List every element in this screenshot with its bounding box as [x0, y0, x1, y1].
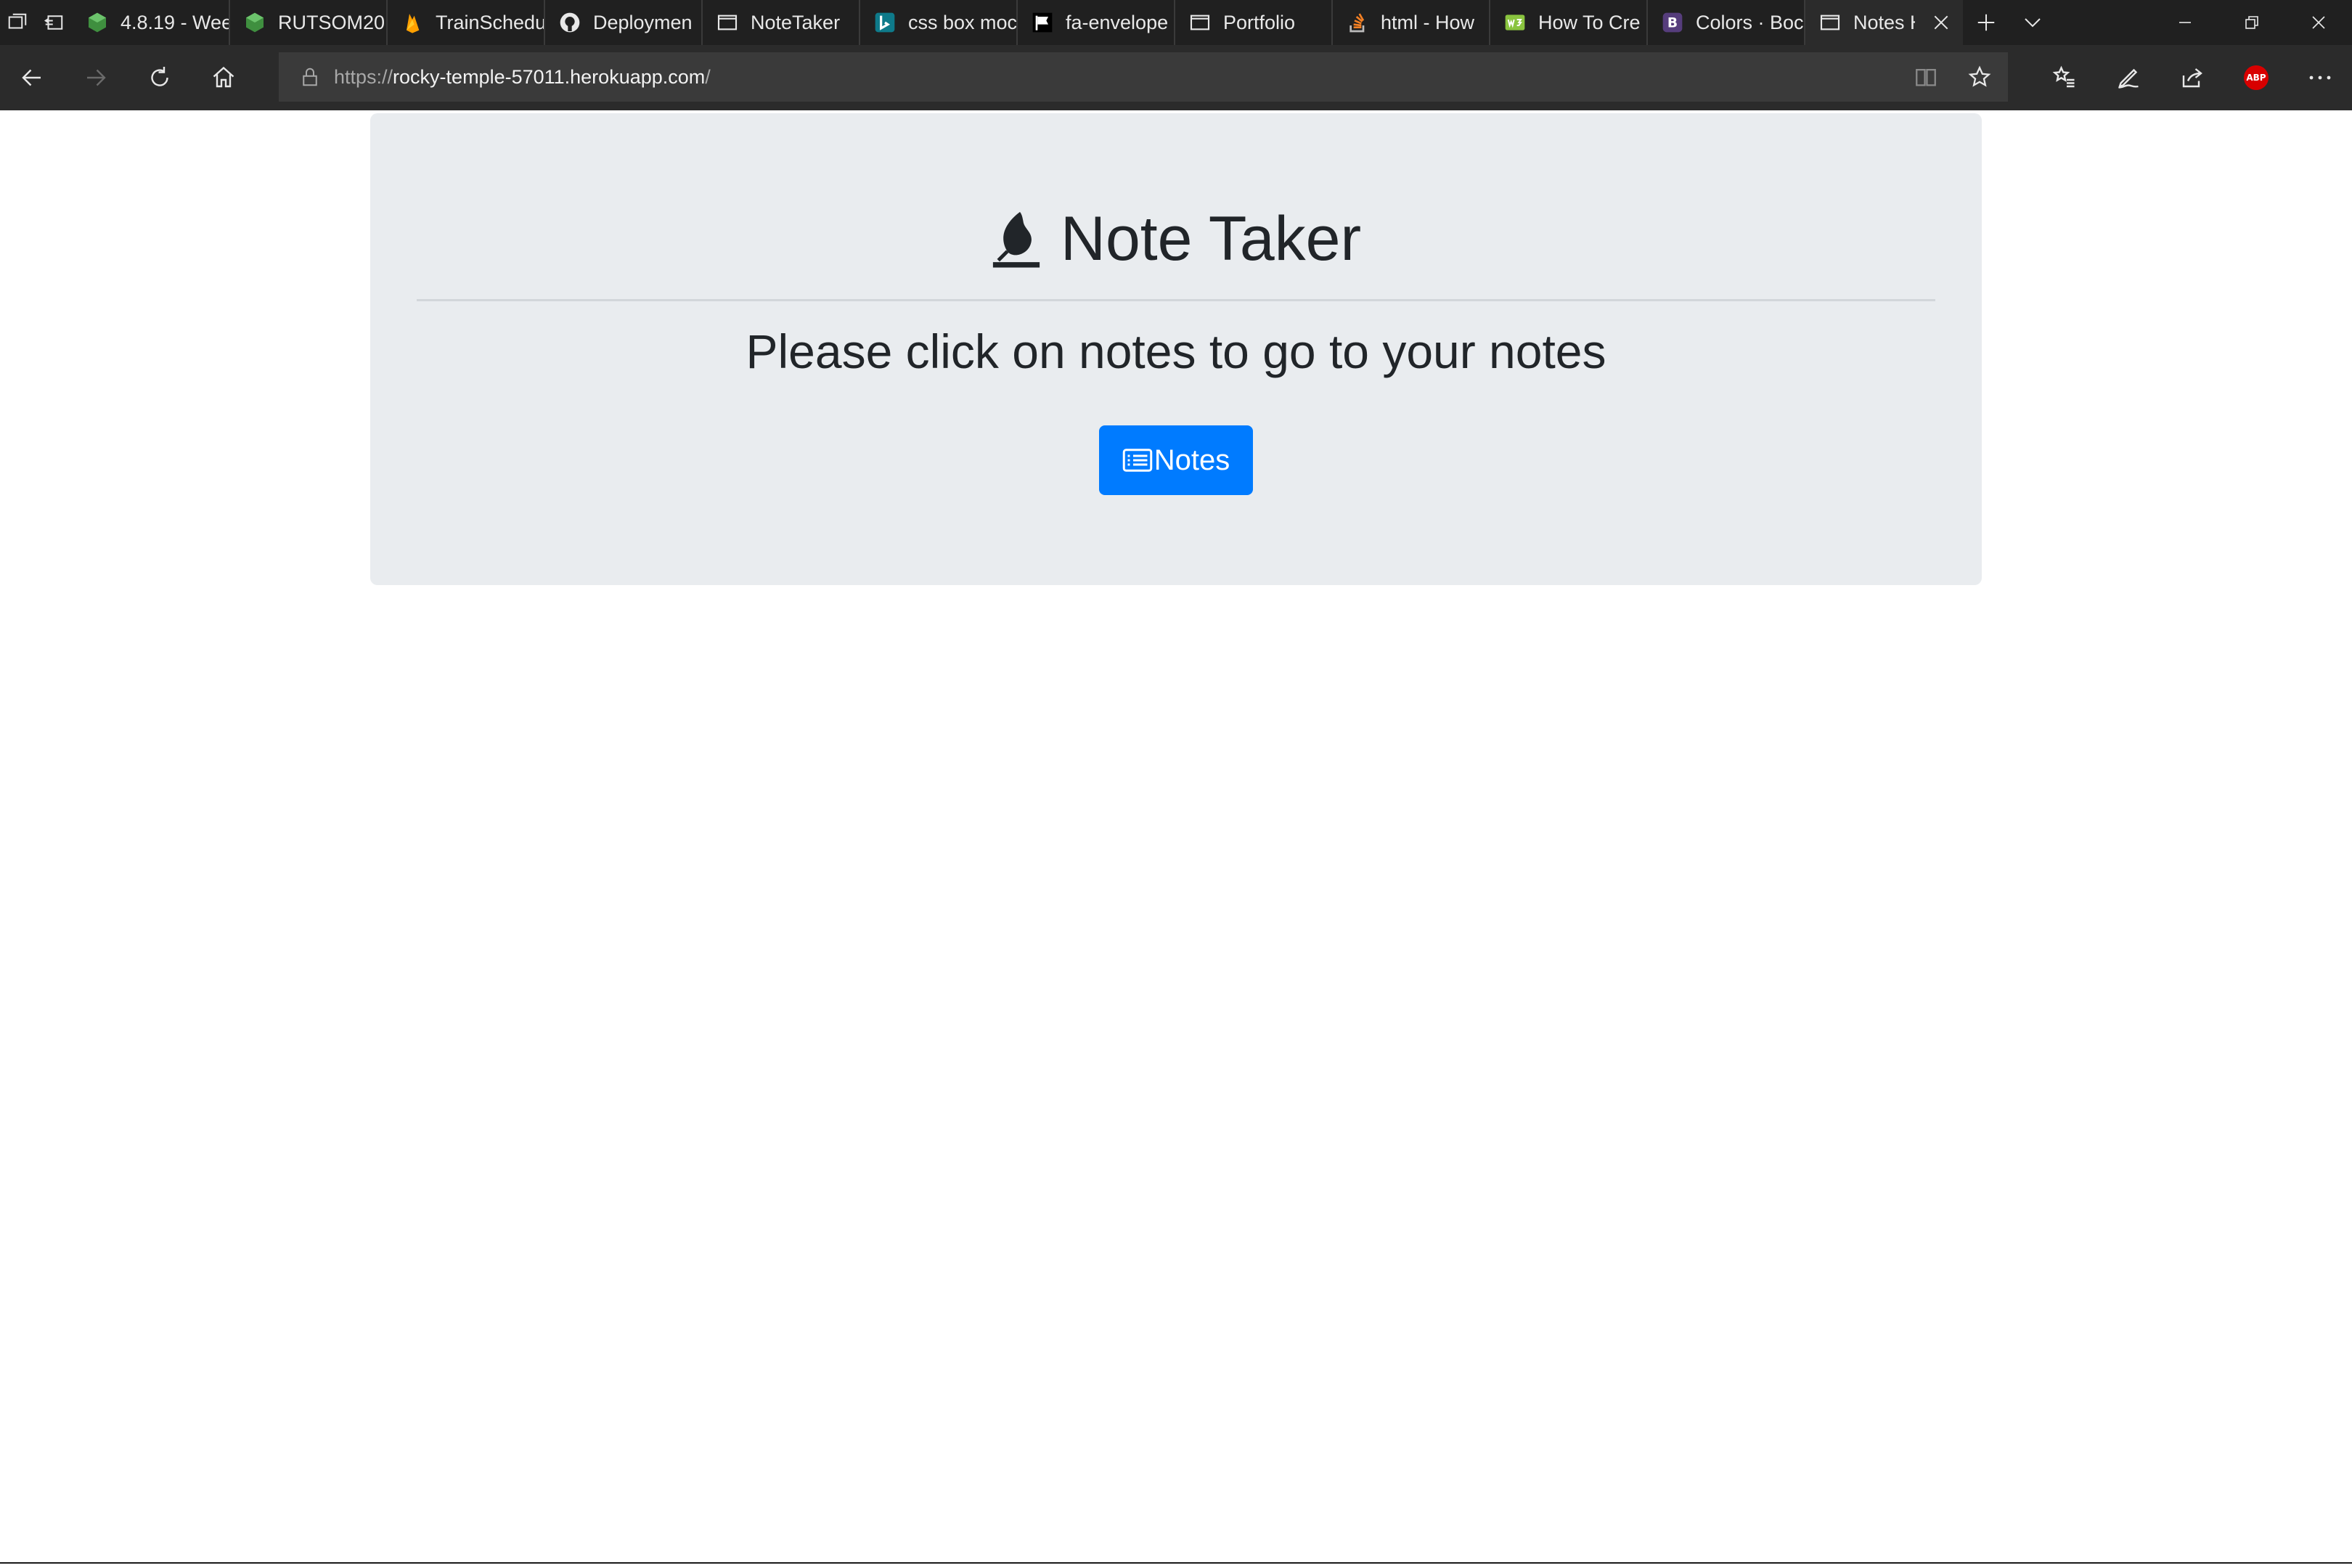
bootstrap-icon: B — [1661, 11, 1684, 34]
tab-title: css box moc — [908, 11, 1016, 33]
restore-icon — [2245, 16, 2258, 29]
page-icon — [1818, 11, 1842, 34]
refresh-button[interactable] — [128, 45, 192, 110]
list-alt-icon — [1122, 449, 1152, 472]
adblock-icon: ABP — [2244, 65, 2269, 90]
tab-bar: 4.8.19 - Wee RUTSOM20 TrainSchedu Deploy… — [0, 0, 2352, 45]
tab-css-box-model[interactable]: css box moc — [860, 0, 1018, 45]
close-window-button[interactable] — [2285, 0, 2352, 45]
arrow-right-icon — [87, 69, 106, 86]
url-protocol: https:// — [334, 65, 393, 88]
tab-rutsom20[interactable]: RUTSOM20 — [230, 0, 388, 45]
browser-tools: ABP — [2033, 45, 2352, 110]
tab-portfolio[interactable]: Portfolio — [1175, 0, 1333, 45]
show-tabs-aside-button[interactable] — [35, 0, 73, 45]
favorites-button[interactable] — [2033, 45, 2096, 110]
tabs-aside-icon — [8, 13, 27, 29]
forward-button[interactable] — [64, 45, 128, 110]
bing-icon — [873, 11, 897, 34]
more-options-button[interactable] — [2288, 45, 2352, 110]
close-tab-button[interactable] — [1927, 13, 1956, 32]
share-button[interactable] — [2160, 45, 2224, 110]
refresh-icon — [151, 67, 168, 86]
tab-trainschedule[interactable]: TrainSchedu — [388, 0, 545, 45]
tab-title: Deploymen — [593, 11, 693, 33]
chevron-down-icon — [2025, 18, 2041, 28]
plus-icon — [1977, 14, 1995, 31]
tab-html-how[interactable]: html - How — [1333, 0, 1490, 45]
tab-4-8-19[interactable]: 4.8.19 - Wee — [73, 0, 230, 45]
tab-notes-active[interactable]: Notes H — [1805, 0, 1963, 45]
page-subtitle: Please click on notes to go to your note… — [746, 324, 1606, 378]
page-title: Note Taker — [1060, 204, 1362, 274]
home-button[interactable] — [192, 45, 256, 110]
pen-icon — [2118, 68, 2139, 89]
address-toolbar: https://rocky-temple-57011.herokuapp.com… — [0, 45, 2352, 110]
ellipsis-icon — [2309, 75, 2331, 80]
taskbar-edge — [0, 1562, 2352, 1564]
address-bar-actions — [1914, 52, 1992, 102]
star-icon[interactable] — [1967, 65, 1992, 89]
tab-title: Portfolio — [1223, 11, 1296, 33]
firebase-icon — [401, 11, 424, 34]
tab-title: NoteTaker — [751, 11, 841, 33]
tab-preview-button[interactable] — [2009, 0, 2056, 45]
share-icon — [2182, 68, 2202, 88]
window-controls — [2152, 0, 2352, 45]
tab-fa-envelope[interactable]: fa-envelope — [1018, 0, 1175, 45]
w3schools-icon — [1503, 11, 1527, 34]
github-icon — [558, 11, 581, 34]
address-bar[interactable]: https://rocky-temple-57011.herokuapp.com… — [279, 52, 2008, 102]
close-icon — [2312, 16, 2325, 29]
tab-title: Colors · Boc — [1696, 11, 1804, 33]
tab-title: TrainSchedu — [436, 11, 544, 33]
tabs-list-icon — [44, 15, 63, 30]
svg-text:B: B — [1667, 16, 1678, 31]
new-tab-button[interactable] — [1963, 0, 2009, 45]
green-cube-icon — [243, 11, 266, 34]
tab-title: html - How — [1381, 11, 1475, 33]
page-icon — [716, 11, 739, 34]
arrow-left-icon — [22, 69, 41, 86]
minimize-button[interactable] — [2152, 0, 2218, 45]
green-cube-icon — [86, 11, 109, 34]
tab-colors-bootstrap[interactable]: B Colors · Boc — [1648, 0, 1805, 45]
tab-title: RUTSOM20 — [278, 11, 385, 33]
feather-pen-icon — [992, 211, 1040, 268]
home-icon — [213, 66, 234, 88]
add-notes-button[interactable] — [2096, 45, 2160, 110]
url-host: rocky-temple-57011.herokuapp.com — [393, 65, 706, 88]
page-heading: Note Taker — [370, 208, 1982, 270]
notes-button-label: Notes — [1153, 444, 1230, 476]
jumbotron: Note Taker Please click on notes to go t… — [370, 113, 1982, 585]
set-tabs-aside-button[interactable] — [0, 0, 35, 45]
lock-icon — [303, 68, 317, 86]
back-button[interactable] — [0, 45, 64, 110]
tab-how-to-create[interactable]: How To Cre — [1490, 0, 1648, 45]
favorites-list-icon — [2052, 65, 2075, 88]
tab-notetaker[interactable]: NoteTaker — [703, 0, 860, 45]
tab-title: 4.8.19 - Wee — [121, 11, 229, 33]
reading-view-icon[interactable] — [1914, 65, 1938, 89]
minimize-icon — [2179, 22, 2191, 23]
tab-title: fa-envelope — [1066, 11, 1169, 33]
flag-icon — [1031, 11, 1054, 34]
url-path: / — [705, 65, 711, 88]
restore-button[interactable] — [2218, 0, 2285, 45]
tab-deployment[interactable]: Deploymen — [545, 0, 703, 45]
stackoverflow-icon — [1346, 11, 1369, 34]
tab-title: How To Cre — [1538, 11, 1641, 33]
heading-divider — [417, 299, 1935, 301]
page-viewport: Note Taker Please click on notes to go t… — [0, 110, 2352, 1568]
notes-button[interactable]: Notes — [1099, 425, 1253, 495]
tab-title: Notes H — [1853, 11, 1915, 33]
page-icon — [1188, 11, 1212, 34]
adblock-extension-button[interactable]: ABP — [2224, 45, 2288, 110]
close-icon — [1934, 15, 1948, 30]
